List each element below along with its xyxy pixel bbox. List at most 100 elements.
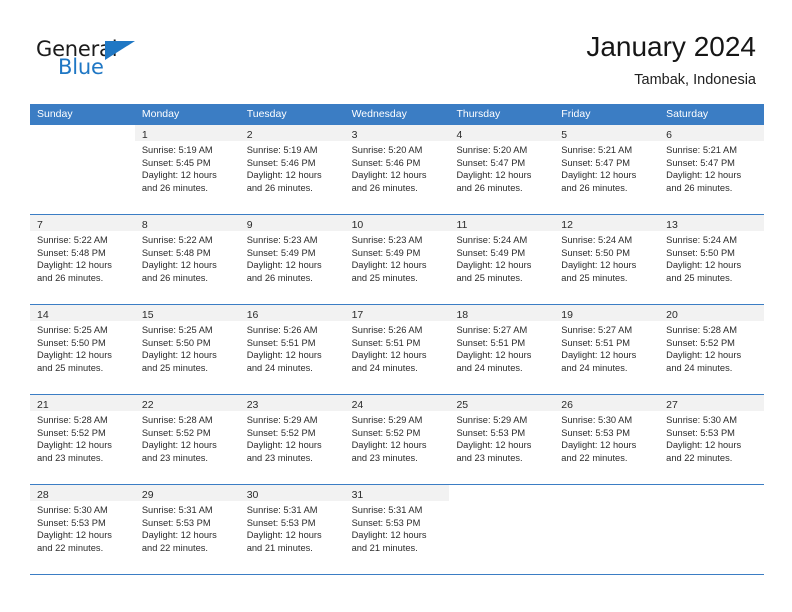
day-cell-22[interactable]: 22 Sunrise: 5:28 AM Sunset: 5:52 PM Dayligh…	[134, 395, 240, 484]
day-number: 14	[37, 309, 49, 321]
day-number-band: 23	[239, 395, 345, 411]
day-cell-27[interactable]: 27 Sunrise: 5:30 AM Sunset: 5:53 PM Dayligh…	[659, 395, 765, 484]
sunrise-time: Sunrise: 5:30 AM	[37, 505, 108, 515]
day-cell-5[interactable]: 5 Sunrise: 5:21 AM Sunset: 5:47 PM Daylight…	[554, 125, 660, 214]
sunrise-time: Sunrise: 5:31 AM	[246, 505, 318, 515]
sunset-time: Sunset: 5:46 PM	[246, 157, 316, 168]
sunset-time: Sunset: 5:49 PM	[456, 247, 526, 258]
daylight-duration-line2: and 26 minutes.	[561, 182, 628, 193]
weekday-header-friday: Friday	[561, 108, 591, 120]
sunset-time: Sunset: 5:53 PM	[456, 427, 526, 438]
day-cell-28[interactable]: 28 Sunrise: 5:30 AM Sunset: 5:53 PM Dayligh…	[30, 485, 135, 574]
sunset-time: Sunset: 5:50 PM	[666, 247, 735, 258]
day-number-band: 12	[554, 215, 660, 231]
day-number-band: 31	[344, 485, 450, 501]
daylight-duration-line2: and 23 minutes.	[141, 452, 209, 463]
daylight-duration-line1: Daylight: 12 hours	[666, 350, 742, 361]
day-number-band: 6	[659, 125, 765, 141]
general-blue-logo[interactable]: General Blue	[36, 38, 176, 82]
sunrise-time: Sunrise: 5:21 AM	[561, 145, 633, 155]
day-number: 26	[561, 399, 573, 411]
day-cell-14[interactable]: 14 Sunrise: 5:25 AM Sunset: 5:50 PM Dayligh…	[30, 305, 135, 394]
day-cell-11[interactable]: 11 Sunrise: 5:24 AM Sunset: 5:49 PM Dayligh…	[449, 215, 555, 304]
day-cell-23[interactable]: 23 Sunrise: 5:29 AM Sunset: 5:52 PM Dayligh…	[239, 395, 345, 484]
day-cell-16[interactable]: 16 Sunrise: 5:26 AM Sunset: 5:51 PM Dayligh…	[239, 305, 345, 394]
daylight-duration-line1: Daylight: 12 hours	[561, 440, 637, 451]
daylight-duration-line1: Daylight: 12 hours	[141, 440, 217, 451]
day-details: Sunrise: 5:31 AM Sunset: 5:53 PM Daylight:…	[240, 501, 345, 554]
day-number: 12	[561, 219, 573, 231]
day-cell-25[interactable]: 25 Sunrise: 5:29 AM Sunset: 5:53 PM Dayligh…	[449, 395, 555, 484]
sunrise-time: Sunrise: 5:23 AM	[246, 235, 318, 245]
day-cell-4[interactable]: 4 Sunrise: 5:20 AM Sunset: 5:47 PM Daylight…	[449, 125, 555, 214]
day-cell-24[interactable]: 24 Sunrise: 5:29 AM Sunset: 5:52 PM Dayligh…	[344, 395, 450, 484]
sunset-time: Sunset: 5:52 PM	[37, 427, 106, 438]
sunset-time: Sunset: 5:47 PM	[561, 157, 631, 168]
daylight-duration-line1: Daylight: 12 hours	[141, 260, 217, 271]
day-cell-19[interactable]: 19 Sunrise: 5:27 AM Sunset: 5:51 PM Dayligh…	[554, 305, 660, 394]
day-cell-10[interactable]: 10 Sunrise: 5:23 AM Sunset: 5:49 PM Dayligh…	[344, 215, 450, 304]
day-cell-21[interactable]: 21 Sunrise: 5:28 AM Sunset: 5:52 PM Dayligh…	[30, 395, 135, 484]
day-number: 2	[246, 129, 253, 141]
daylight-duration-line1: Daylight: 12 hours	[666, 440, 742, 451]
day-number-band: 22	[134, 395, 240, 411]
weekday-header-sunday: Sunday	[37, 108, 73, 120]
day-cell-7[interactable]: 7 Sunrise: 5:22 AM Sunset: 5:48 PM Daylight…	[30, 215, 135, 304]
daylight-duration-line1: Daylight: 12 hours	[351, 260, 427, 271]
day-details: Sunrise: 5:27 AM Sunset: 5:51 PM Daylight:…	[554, 321, 659, 374]
day-number-band: 14	[30, 305, 135, 321]
day-details: Sunrise: 5:27 AM Sunset: 5:51 PM Daylight:…	[449, 321, 554, 374]
daylight-duration-line2: and 24 minutes.	[351, 362, 418, 373]
day-details: Sunrise: 5:28 AM Sunset: 5:52 PM Daylight:…	[135, 411, 240, 464]
day-details: Sunrise: 5:23 AM Sunset: 5:49 PM Daylight:…	[345, 231, 450, 284]
daylight-duration-line1: Daylight: 12 hours	[246, 170, 322, 181]
day-cell-12[interactable]: 12 Sunrise: 5:24 AM Sunset: 5:50 PM Dayligh…	[554, 215, 660, 304]
day-number: 29	[141, 489, 154, 501]
day-details: Sunrise: 5:24 AM Sunset: 5:50 PM Daylight:…	[554, 231, 659, 284]
day-cell-13[interactable]: 13 Sunrise: 5:24 AM Sunset: 5:50 PM Dayligh…	[659, 215, 765, 304]
day-cell-3[interactable]: 3 Sunrise: 5:20 AM Sunset: 5:46 PM Daylight…	[344, 125, 450, 214]
day-number: 24	[351, 399, 364, 411]
sunrise-time: Sunrise: 5:25 AM	[37, 325, 108, 335]
daylight-duration-line2: and 24 minutes.	[456, 362, 523, 373]
day-cell-26[interactable]: 26 Sunrise: 5:30 AM Sunset: 5:53 PM Dayligh…	[554, 395, 660, 484]
day-cell-31[interactable]: 31 Sunrise: 5:31 AM Sunset: 5:53 PM Dayligh…	[344, 485, 450, 574]
sunset-time: Sunset: 5:52 PM	[351, 427, 421, 438]
day-cell-1[interactable]: 1 Sunrise: 5:19 AM Sunset: 5:45 PM Daylight…	[134, 125, 240, 214]
calendar-week-row: 21 Sunrise: 5:28 AM Sunset: 5:52 PM Dayligh…	[30, 394, 765, 484]
day-cell-9[interactable]: 9 Sunrise: 5:23 AM Sunset: 5:49 PM Daylight…	[239, 215, 345, 304]
sunrise-time: Sunrise: 5:19 AM	[246, 145, 318, 155]
day-cell-8[interactable]: 8 Sunrise: 5:22 AM Sunset: 5:48 PM Daylight…	[134, 215, 240, 304]
sunrise-time: Sunrise: 5:31 AM	[141, 505, 213, 515]
day-number: 17	[351, 309, 364, 321]
day-cell-17[interactable]: 17 Sunrise: 5:26 AM Sunset: 5:51 PM Dayligh…	[344, 305, 450, 394]
day-cell-2[interactable]: 2 Sunrise: 5:19 AM Sunset: 5:46 PM Daylight…	[239, 125, 345, 214]
day-number-band: 17	[344, 305, 450, 321]
daylight-duration-line1: Daylight: 12 hours	[37, 440, 112, 451]
daylight-duration-line1: Daylight: 12 hours	[141, 530, 217, 541]
sunrise-time: Sunrise: 5:29 AM	[246, 415, 318, 425]
daylight-duration-line1: Daylight: 12 hours	[666, 170, 742, 181]
day-number: 16	[246, 309, 259, 321]
day-cell-29[interactable]: 29 Sunrise: 5:31 AM Sunset: 5:53 PM Dayligh…	[134, 485, 240, 574]
sunset-time: Sunset: 5:49 PM	[246, 247, 316, 258]
day-cell-30[interactable]: 30 Sunrise: 5:31 AM Sunset: 5:53 PM Dayligh…	[239, 485, 345, 574]
day-cell-6[interactable]: 6 Sunrise: 5:21 AM Sunset: 5:47 PM Daylight…	[659, 125, 765, 214]
day-number: 15	[141, 309, 154, 321]
day-number: 3	[351, 129, 358, 141]
day-details: Sunrise: 5:26 AM Sunset: 5:51 PM Daylight:…	[345, 321, 450, 374]
daylight-duration-line2: and 23 minutes.	[456, 452, 523, 463]
day-details: Sunrise: 5:22 AM Sunset: 5:48 PM Daylight:…	[30, 231, 135, 284]
day-cell-18[interactable]: 18 Sunrise: 5:27 AM Sunset: 5:51 PM Dayligh…	[449, 305, 555, 394]
day-number-band: 10	[344, 215, 450, 231]
day-number-band: 13	[659, 215, 765, 231]
day-number: 5	[561, 129, 568, 141]
day-details: Sunrise: 5:21 AM Sunset: 5:47 PM Daylight:…	[554, 141, 659, 194]
day-number: 27	[666, 399, 678, 411]
day-details: Sunrise: 5:25 AM Sunset: 5:50 PM Daylight:…	[135, 321, 240, 374]
day-cell-15[interactable]: 15 Sunrise: 5:25 AM Sunset: 5:50 PM Dayligh…	[134, 305, 240, 394]
day-cell-20[interactable]: 20 Sunrise: 5:28 AM Sunset: 5:52 PM Dayligh…	[659, 305, 765, 394]
day-number: 1	[141, 129, 148, 141]
day-number-band: 28	[30, 485, 135, 501]
sunrise-time: Sunrise: 5:24 AM	[561, 235, 633, 245]
